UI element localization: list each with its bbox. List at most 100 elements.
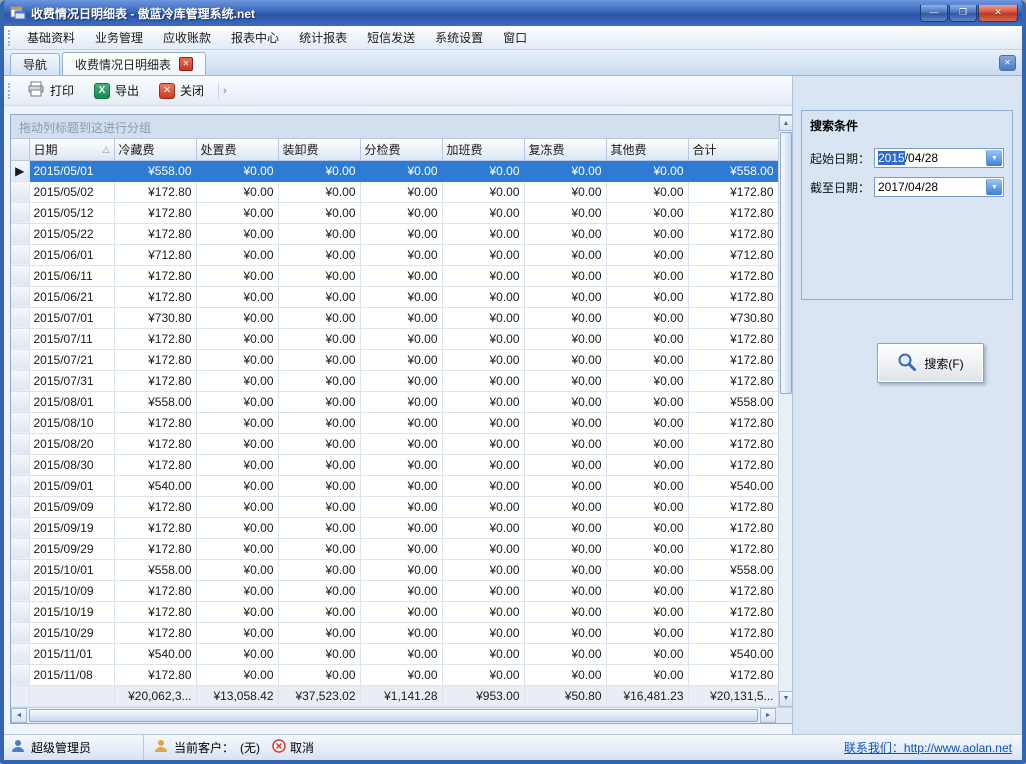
cell[interactable]: ¥0.00 [196,307,278,328]
cell[interactable]: 2015/08/20 [29,433,114,454]
cell[interactable]: 2015/07/01 [29,307,114,328]
table-row[interactable]: 2015/07/31¥172.80¥0.00¥0.00¥0.00¥0.00¥0.… [11,370,778,391]
cell[interactable]: ¥0.00 [360,223,442,244]
cell[interactable]: ¥0.00 [606,160,688,181]
cell[interactable]: ¥0.00 [606,412,688,433]
close-report-button[interactable]: ✕ 关闭 [149,78,214,103]
horizontal-scrollbar-thumb[interactable] [29,709,758,722]
cell[interactable]: ¥0.00 [196,265,278,286]
menu-item-5[interactable]: 短信发送 [357,25,425,50]
cell[interactable]: ¥172.80 [114,349,196,370]
cell[interactable]: ¥0.00 [360,454,442,475]
table-row[interactable]: 2015/10/19¥172.80¥0.00¥0.00¥0.00¥0.00¥0.… [11,601,778,622]
cell[interactable]: ¥0.00 [360,328,442,349]
contact-link[interactable]: 联系我们：http://www.aolan.net [844,739,1022,756]
scroll-down-icon[interactable]: ▼ [779,691,793,707]
cell[interactable]: ¥0.00 [606,307,688,328]
row-selector[interactable] [11,412,29,433]
cell[interactable]: ¥0.00 [442,601,524,622]
cell[interactable]: ¥0.00 [442,454,524,475]
tabstrip-close-button[interactable]: ✕ [999,55,1016,71]
row-selector[interactable]: ▶ [11,160,29,181]
cell[interactable]: ¥0.00 [606,286,688,307]
column-header-1[interactable]: 冷藏费 [114,139,196,160]
cell[interactable]: ¥0.00 [442,223,524,244]
cell[interactable]: ¥0.00 [524,391,606,412]
cell[interactable]: ¥0.00 [196,601,278,622]
cell[interactable]: ¥0.00 [196,433,278,454]
cell[interactable]: 2015/10/01 [29,559,114,580]
column-header-4[interactable]: 分检费 [360,139,442,160]
cell[interactable]: ¥0.00 [278,433,360,454]
cell[interactable]: ¥172.80 [114,580,196,601]
cell[interactable]: ¥0.00 [196,286,278,307]
end-date-picker[interactable]: 2017/04/28 ▼ [874,177,1004,197]
cell[interactable]: ¥0.00 [360,307,442,328]
cell[interactable]: 2015/07/21 [29,349,114,370]
cell[interactable]: ¥0.00 [442,265,524,286]
cell[interactable]: ¥172.80 [114,601,196,622]
row-selector[interactable] [11,538,29,559]
cell[interactable]: ¥540.00 [688,475,778,496]
cell[interactable]: ¥0.00 [524,412,606,433]
cell[interactable]: ¥0.00 [278,622,360,643]
cell[interactable]: ¥0.00 [524,160,606,181]
cell[interactable]: ¥0.00 [196,391,278,412]
cell[interactable]: ¥0.00 [442,412,524,433]
cell[interactable]: ¥0.00 [442,328,524,349]
cell[interactable]: ¥0.00 [278,307,360,328]
cell[interactable]: ¥172.80 [688,223,778,244]
row-selector[interactable] [11,286,29,307]
cell[interactable]: ¥0.00 [606,370,688,391]
cell[interactable]: ¥0.00 [360,244,442,265]
cell[interactable]: ¥0.00 [360,286,442,307]
cell[interactable]: ¥712.80 [114,244,196,265]
cell[interactable]: ¥172.80 [114,328,196,349]
cell[interactable]: ¥0.00 [360,370,442,391]
table-row[interactable]: ▶2015/05/01¥558.00¥0.00¥0.00¥0.00¥0.00¥0… [11,160,778,181]
table-row[interactable]: 2015/08/20¥172.80¥0.00¥0.00¥0.00¥0.00¥0.… [11,433,778,454]
menu-item-1[interactable]: 业务管理 [85,25,153,50]
row-selector[interactable] [11,328,29,349]
cell[interactable]: ¥172.80 [114,538,196,559]
cell[interactable]: ¥0.00 [278,517,360,538]
cell[interactable]: ¥172.80 [114,454,196,475]
cell[interactable]: ¥0.00 [196,202,278,223]
cell[interactable]: ¥172.80 [114,496,196,517]
cell[interactable]: ¥172.80 [114,664,196,685]
cell[interactable]: ¥172.80 [688,517,778,538]
cell[interactable]: ¥0.00 [606,517,688,538]
cell[interactable]: ¥0.00 [524,433,606,454]
cell[interactable]: ¥0.00 [196,538,278,559]
row-selector[interactable] [11,223,29,244]
cell[interactable]: ¥0.00 [442,307,524,328]
cell[interactable]: ¥172.80 [114,517,196,538]
cell[interactable]: ¥0.00 [278,559,360,580]
cell[interactable]: ¥0.00 [606,202,688,223]
cell[interactable]: ¥0.00 [606,538,688,559]
cell[interactable]: ¥0.00 [196,496,278,517]
cell[interactable]: ¥0.00 [524,496,606,517]
row-selector[interactable] [11,643,29,664]
scroll-up-icon[interactable]: ▲ [779,115,793,131]
row-selector[interactable] [11,391,29,412]
cell[interactable]: 2015/10/09 [29,580,114,601]
scroll-right-icon[interactable]: ► [760,708,776,723]
cell[interactable]: ¥0.00 [360,643,442,664]
cell[interactable]: ¥0.00 [278,580,360,601]
cell[interactable]: 2015/10/19 [29,601,114,622]
menu-item-3[interactable]: 报表中心 [221,25,289,50]
cell[interactable]: ¥0.00 [196,559,278,580]
cell[interactable]: 2015/10/29 [29,622,114,643]
cell[interactable]: ¥0.00 [606,559,688,580]
cell[interactable]: ¥0.00 [524,244,606,265]
cell[interactable]: ¥0.00 [442,496,524,517]
row-selector[interactable] [11,664,29,685]
cell[interactable]: ¥172.80 [688,286,778,307]
cell[interactable]: ¥0.00 [360,202,442,223]
cell[interactable]: ¥172.80 [688,328,778,349]
cell[interactable]: ¥0.00 [278,349,360,370]
cell[interactable]: ¥0.00 [196,244,278,265]
cell[interactable]: ¥0.00 [606,496,688,517]
cell[interactable]: ¥0.00 [278,265,360,286]
